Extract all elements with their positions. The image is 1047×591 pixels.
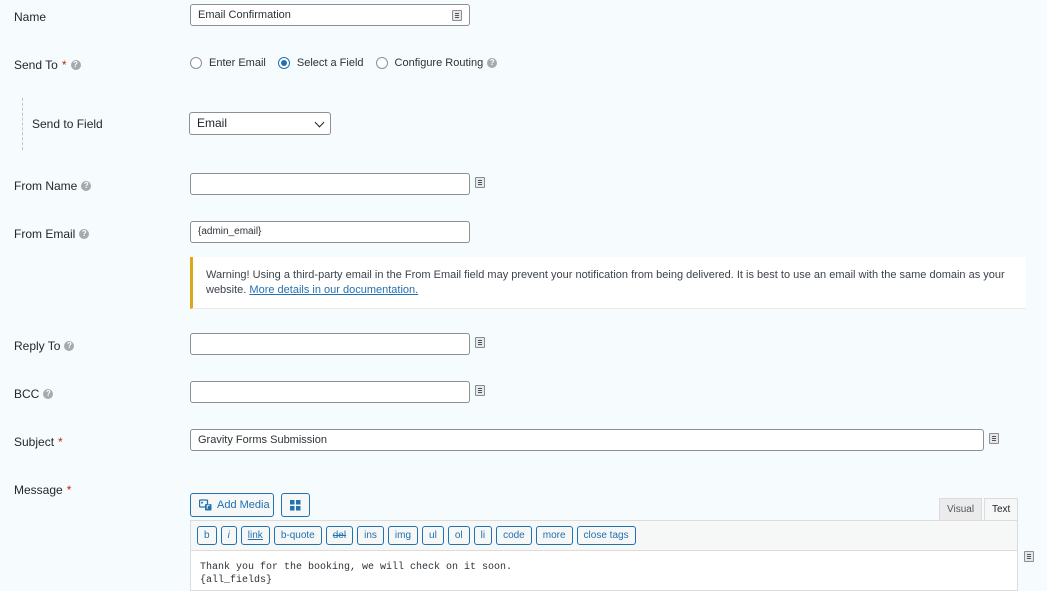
from-email-input[interactable]: {admin_email} (190, 221, 470, 243)
qt-italic-button[interactable]: i (220, 526, 237, 545)
help-icon[interactable]: ? (79, 229, 90, 239)
media-icon (199, 499, 212, 511)
send-to-label: Send To * ? (14, 58, 81, 72)
bcc-label: BCC? (14, 387, 54, 401)
merge-tag-icon[interactable] (989, 433, 999, 444)
bcc-input[interactable] (190, 381, 470, 403)
merge-tag-icon[interactable] (475, 177, 485, 188)
from-email-label: From Email? (14, 227, 90, 241)
quicktags-toolbar: b i link b-quote del ins img ul ol li co… (190, 520, 1018, 551)
help-icon[interactable]: ? (81, 181, 92, 191)
message-line: Thank you for the booking, we will check… (200, 562, 513, 573)
send-to-field-select[interactable]: Email (189, 112, 331, 135)
qt-img-button[interactable]: img (387, 526, 419, 545)
help-icon[interactable]: ? (64, 341, 75, 351)
radio-configure-routing[interactable]: Configure Routing (375, 57, 483, 69)
qt-li-button[interactable]: li (473, 526, 493, 545)
merge-tag-icon[interactable] (1024, 551, 1034, 562)
add-media-button[interactable]: Add Media (190, 493, 274, 517)
radio-button-selected[interactable] (277, 57, 290, 69)
qt-bold-button[interactable]: b (197, 526, 217, 545)
message-line: {all_fields} (200, 575, 273, 586)
chevron-down-icon (314, 117, 325, 128)
add-form-button[interactable] (281, 493, 310, 517)
warning-notice: Warning! Using a third-party email in th… (190, 257, 1026, 309)
tab-visual[interactable]: Visual (939, 498, 983, 521)
qt-del-button[interactable]: del (325, 526, 354, 545)
qt-ins-button[interactable]: ins (357, 526, 384, 545)
tab-text[interactable]: Text (984, 498, 1019, 521)
help-icon[interactable]: ? (70, 60, 81, 70)
name-label: Name (14, 10, 47, 24)
help-icon[interactable]: ? (487, 58, 498, 68)
radio-button[interactable] (190, 57, 202, 69)
radio-enter-email[interactable]: Enter Email (190, 57, 266, 69)
qt-ol-button[interactable]: ol (447, 526, 470, 545)
documentation-link[interactable]: More details in our documentation. (249, 284, 418, 296)
qt-bquote-button[interactable]: b-quote (273, 526, 322, 545)
qt-more-button[interactable]: more (535, 526, 573, 545)
reply-to-label: Reply To? (14, 339, 75, 353)
name-input[interactable]: Email Confirmation (190, 4, 470, 26)
help-icon[interactable]: ? (43, 389, 54, 399)
indent-guide (22, 98, 23, 150)
send-to-options: Enter Email Select a Field Configure Rou… (190, 57, 498, 69)
from-name-input[interactable] (190, 173, 470, 195)
from-name-label: From Name? (14, 179, 92, 193)
merge-tag-icon[interactable] (452, 10, 462, 21)
merge-tag-icon[interactable] (475, 385, 485, 396)
qt-code-button[interactable]: code (496, 526, 532, 545)
subject-input[interactable]: Gravity Forms Submission (190, 429, 984, 451)
subject-label: Subject * (14, 435, 63, 449)
merge-tag-icon[interactable] (475, 337, 485, 348)
send-to-field-label: Send to Field (32, 117, 103, 131)
qt-link-button[interactable]: link (240, 526, 270, 545)
message-textarea[interactable]: Thank you for the booking, we will check… (190, 551, 1018, 591)
message-label: Message * (14, 483, 72, 497)
grid-icon (290, 499, 301, 510)
qt-ul-button[interactable]: ul (422, 526, 444, 545)
radio-button[interactable] (375, 57, 388, 69)
reply-to-input[interactable] (190, 333, 470, 355)
qt-close-tags-button[interactable]: close tags (576, 526, 636, 545)
radio-select-field[interactable]: Select a Field (277, 57, 364, 69)
